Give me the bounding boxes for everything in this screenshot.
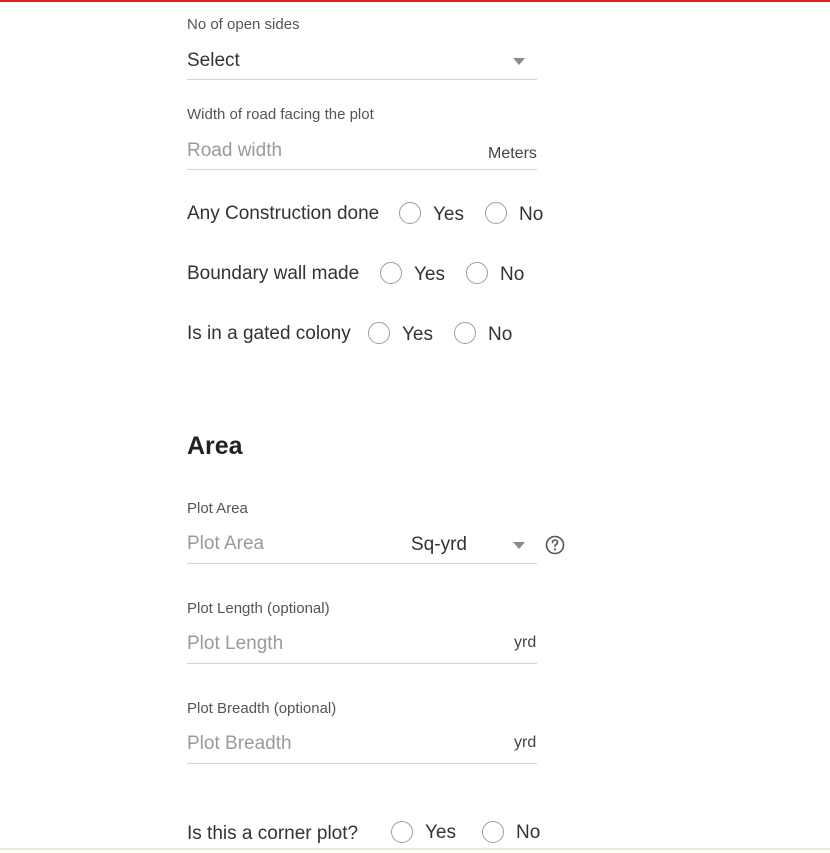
plot-area-input[interactable]: Plot Area xyxy=(187,533,397,555)
plot-area-underline xyxy=(187,563,537,564)
plot-breadth-label: Plot Breadth (optional) xyxy=(187,700,337,717)
plot-area-unit-select[interactable]: Sq-yrd xyxy=(405,528,537,562)
boundary-yes-radio[interactable] xyxy=(380,262,402,284)
corner-no-label[interactable]: No xyxy=(516,822,540,844)
plot-length-input[interactable]: Plot Length xyxy=(187,633,487,655)
gated-colony-label: Is in a gated colony xyxy=(187,323,351,344)
boundary-wall-label: Boundary wall made xyxy=(187,263,360,284)
gated-no-label[interactable]: No xyxy=(488,324,512,346)
plot-breadth-unit: yrd xyxy=(514,734,537,751)
construction-done-label: Any Construction done xyxy=(187,203,380,224)
open-sides-select[interactable]: Select xyxy=(187,44,537,80)
gated-yes-label[interactable]: Yes xyxy=(402,324,433,346)
boundary-yes-label[interactable]: Yes xyxy=(414,264,445,286)
open-sides-value: Select xyxy=(187,50,240,71)
boundary-no-label[interactable]: No xyxy=(500,264,524,286)
area-section-title: Area xyxy=(187,432,243,460)
plot-length-label: Plot Length (optional) xyxy=(187,600,330,617)
road-width-label: Width of road facing the plot xyxy=(187,106,374,123)
top-accent-bar xyxy=(0,0,830,2)
plot-area-unit-value: Sq-yrd xyxy=(411,534,467,555)
bottom-divider xyxy=(0,848,830,850)
chevron-down-icon xyxy=(513,58,525,65)
open-sides-underline xyxy=(187,79,537,80)
corner-no-radio[interactable] xyxy=(482,821,504,843)
construction-no-label[interactable]: No xyxy=(519,204,543,226)
construction-yes-label[interactable]: Yes xyxy=(433,204,464,226)
construction-no-radio[interactable] xyxy=(485,202,507,224)
road-width-underline xyxy=(187,169,537,170)
plot-length-underline xyxy=(187,663,537,664)
gated-yes-radio[interactable] xyxy=(368,322,390,344)
open-sides-label: No of open sides xyxy=(187,16,300,33)
corner-yes-radio[interactable] xyxy=(391,821,413,843)
road-width-input[interactable]: Road width xyxy=(187,140,477,162)
construction-yes-radio[interactable] xyxy=(399,202,421,224)
boundary-no-radio[interactable] xyxy=(466,262,488,284)
question-circle-icon[interactable] xyxy=(545,535,565,555)
chevron-down-icon xyxy=(513,542,525,549)
plot-breadth-underline xyxy=(187,763,537,764)
gated-no-radio[interactable] xyxy=(454,322,476,344)
corner-yes-label[interactable]: Yes xyxy=(425,822,456,844)
road-width-unit: Meters xyxy=(488,145,537,162)
corner-plot-label: Is this a corner plot? xyxy=(187,823,359,844)
plot-area-label: Plot Area xyxy=(187,500,248,517)
plot-length-unit: yrd xyxy=(514,634,537,651)
plot-breadth-input[interactable]: Plot Breadth xyxy=(187,733,487,755)
